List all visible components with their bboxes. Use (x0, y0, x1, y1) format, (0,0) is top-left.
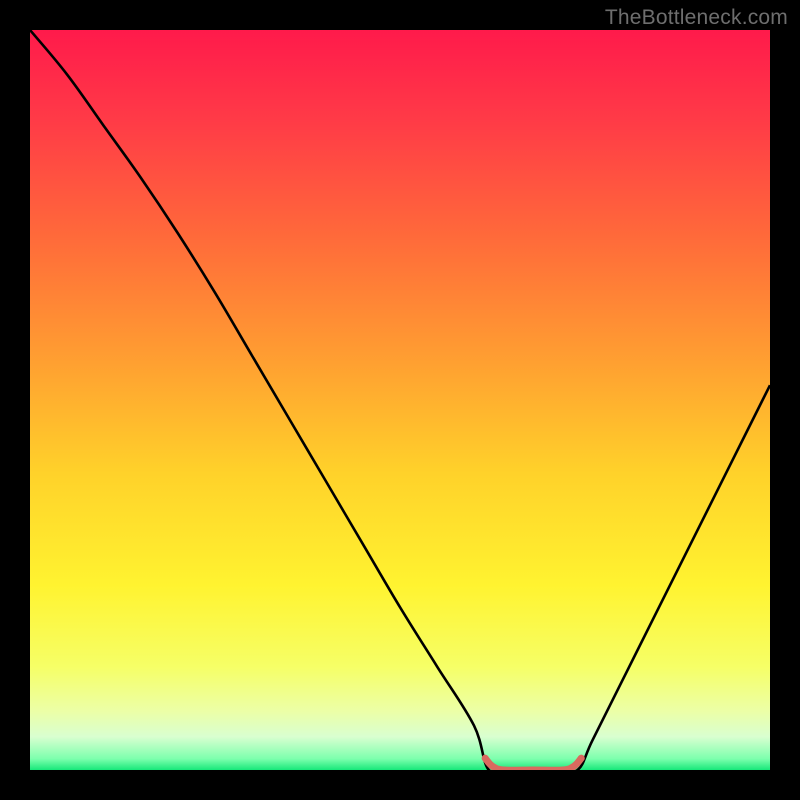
curve-layer (30, 30, 770, 770)
plot-area (30, 30, 770, 770)
chart-stage: TheBottleneck.com (0, 0, 800, 800)
watermark-text: TheBottleneck.com (605, 6, 788, 30)
flat-region-accent (485, 758, 581, 770)
bottleneck-curve (30, 30, 770, 770)
